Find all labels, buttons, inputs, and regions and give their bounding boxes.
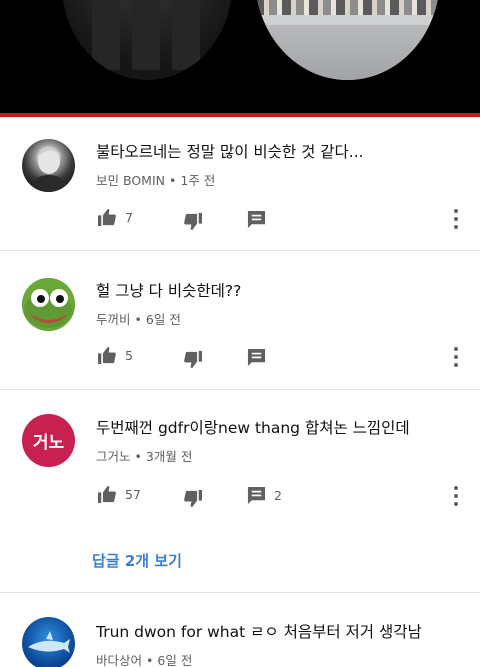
comment-time: 3개월 전: [145, 449, 193, 464]
comment-text: 불타오르네는 정말 많이 비슷한 것 같다...: [96, 143, 364, 161]
like-button[interactable]: 57: [97, 485, 141, 503]
comment-time: 1주 전: [180, 173, 216, 188]
comment-author[interactable]: 두꺼비: [96, 312, 131, 327]
dislike-button[interactable]: [183, 490, 203, 508]
like-button[interactable]: 5: [97, 346, 133, 364]
avatar[interactable]: [22, 278, 75, 331]
reply-button[interactable]: 2: [247, 486, 282, 505]
comment-text: Trun dwon for what ㄹㅇ 처음부터 저거 생각남: [96, 623, 422, 641]
more-options-button[interactable]: [450, 347, 462, 367]
view-replies-link[interactable]: 답글 2개 보기: [92, 550, 182, 571]
meta-separator: •: [169, 173, 177, 188]
shark-avatar-icon: [28, 631, 70, 653]
dislike-button[interactable]: [183, 213, 203, 231]
divider: [0, 592, 480, 593]
frog-avatar-icon: [22, 278, 75, 331]
divider: [0, 250, 480, 251]
comment-author[interactable]: 그거노: [96, 449, 131, 464]
more-options-button[interactable]: [450, 486, 462, 506]
avatar[interactable]: [22, 139, 75, 192]
meta-separator: •: [146, 653, 154, 667]
comment-text: 두번째껀 gdfr이랑new thang 합쳐논 느낌인데: [96, 419, 410, 437]
video-progress-bar[interactable]: [0, 113, 480, 117]
comment-text: 헐 그냥 다 비슷한데??: [96, 282, 242, 300]
like-count: 7: [125, 209, 133, 225]
reply-button[interactable]: [247, 210, 266, 229]
comment-time: 6일 전: [145, 312, 181, 327]
thumbs-down-icon: [184, 351, 202, 369]
thumbs-down-icon: [184, 213, 202, 231]
comment-author[interactable]: 보민 BOMIN: [96, 173, 165, 188]
meta-separator: •: [134, 449, 142, 464]
thumbs-up-icon: [98, 485, 116, 503]
avatar-photo-icon: [30, 148, 68, 192]
comment-meta: 바다상어 • 6일 전: [96, 650, 192, 667]
video-player[interactable]: [0, 0, 480, 113]
more-options-button[interactable]: [450, 209, 462, 229]
divider: [0, 389, 480, 390]
dislike-button[interactable]: [183, 351, 203, 369]
like-count: 5: [125, 347, 133, 363]
comment-icon: [247, 348, 266, 367]
video-progress-fill: [0, 113, 480, 117]
avatar[interactable]: [22, 617, 75, 667]
thumbs-up-icon: [98, 208, 116, 226]
comment-author[interactable]: 바다상어: [96, 653, 142, 667]
comment-icon: [247, 486, 266, 505]
avatar[interactable]: 거노: [22, 414, 75, 467]
comment-meta: 두꺼비 • 6일 전: [96, 309, 181, 328]
meta-separator: •: [134, 312, 142, 327]
reply-count: 2: [274, 488, 282, 503]
reply-button[interactable]: [247, 348, 266, 367]
comment-meta: 보민 BOMIN • 1주 전: [96, 170, 215, 189]
like-count: 57: [125, 486, 141, 502]
thumbs-up-icon: [98, 346, 116, 364]
thumbs-down-icon: [184, 490, 202, 508]
video-thumbnail-right: [255, 0, 440, 80]
video-thumbnail-left: [62, 0, 232, 80]
comment-time: 6일 전: [157, 653, 193, 667]
comment-meta: 그거노 • 3개월 전: [96, 446, 192, 465]
like-button[interactable]: 7: [97, 208, 133, 226]
comment-icon: [247, 210, 266, 229]
